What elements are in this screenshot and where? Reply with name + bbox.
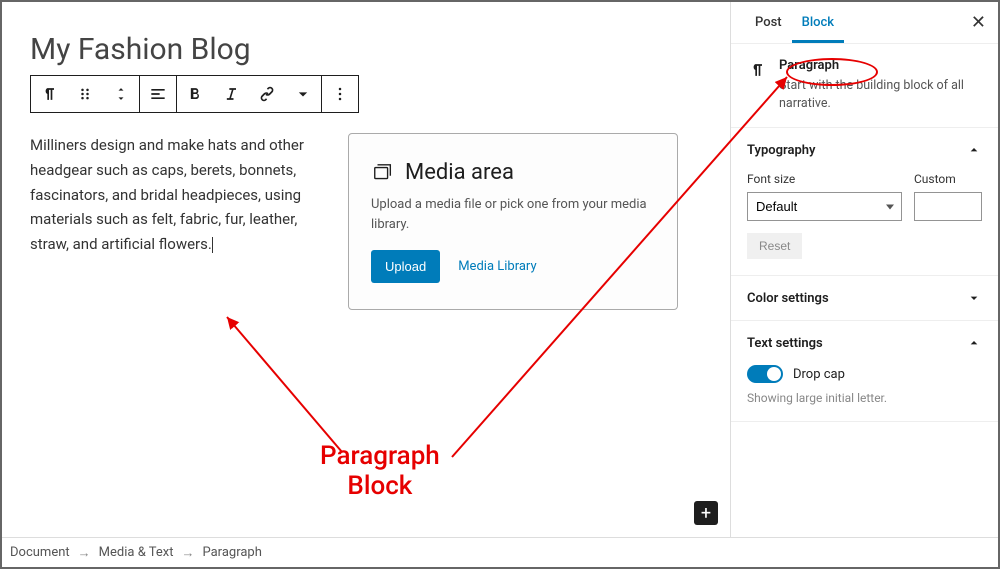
- drag-handle-icon[interactable]: [67, 76, 103, 112]
- text-settings-panel-toggle[interactable]: Text settings: [731, 321, 998, 365]
- media-placeholder: Media area Upload a media file or pick o…: [348, 133, 678, 310]
- breadcrumb-document[interactable]: Document: [10, 545, 70, 560]
- chevron-up-icon: [966, 142, 982, 158]
- upload-button[interactable]: Upload: [371, 250, 440, 283]
- typography-panel-toggle[interactable]: Typography: [731, 128, 998, 172]
- drop-cap-toggle[interactable]: [747, 365, 783, 383]
- move-arrows-icon[interactable]: [103, 76, 139, 112]
- color-settings-panel-toggle[interactable]: Color settings: [731, 276, 998, 320]
- block-description: Start with the building block of all nar…: [779, 77, 982, 113]
- custom-size-input[interactable]: [914, 192, 982, 221]
- chevron-up-icon: [966, 335, 982, 351]
- block-name: Paragraph: [779, 58, 982, 73]
- breadcrumb-media-text[interactable]: Media & Text: [99, 545, 174, 560]
- font-size-select[interactable]: Default: [747, 192, 902, 221]
- settings-sidebar: Post Block ✕ Paragraph Start with the bu…: [730, 2, 998, 537]
- link-icon[interactable]: [249, 76, 285, 112]
- page-title[interactable]: My Fashion Blog: [30, 32, 702, 67]
- paragraph-block[interactable]: Milliners design and make hats and other…: [30, 133, 330, 257]
- media-title: Media area: [405, 160, 514, 185]
- more-options-icon[interactable]: [322, 76, 358, 112]
- editor-canvas: My Fashion Blog Milliners design and mak…: [2, 2, 730, 537]
- paragraph-icon: [747, 58, 767, 113]
- close-icon[interactable]: ✕: [971, 12, 986, 33]
- drop-cap-help: Showing large initial letter.: [747, 391, 982, 405]
- font-size-label: Font size: [747, 172, 902, 186]
- reset-button[interactable]: Reset: [747, 233, 802, 259]
- tab-block[interactable]: Block: [792, 3, 844, 43]
- breadcrumb: Document → Media & Text → Paragraph: [2, 537, 998, 567]
- custom-size-label: Custom: [914, 172, 982, 186]
- media-placeholder-icon: [371, 161, 395, 185]
- bold-icon[interactable]: [177, 76, 213, 112]
- media-description: Upload a media file or pick one from you…: [371, 195, 655, 234]
- italic-icon[interactable]: [213, 76, 249, 112]
- chevron-down-icon[interactable]: [285, 76, 321, 112]
- add-block-button[interactable]: +: [694, 501, 718, 525]
- align-icon[interactable]: [140, 76, 176, 112]
- media-library-link[interactable]: Media Library: [458, 259, 536, 274]
- drop-cap-label: Drop cap: [793, 367, 845, 382]
- breadcrumb-paragraph[interactable]: Paragraph: [202, 545, 261, 560]
- tab-post[interactable]: Post: [745, 3, 792, 43]
- paragraph-type-icon[interactable]: [31, 76, 67, 112]
- block-toolbar: [30, 75, 359, 113]
- chevron-down-icon: [966, 290, 982, 306]
